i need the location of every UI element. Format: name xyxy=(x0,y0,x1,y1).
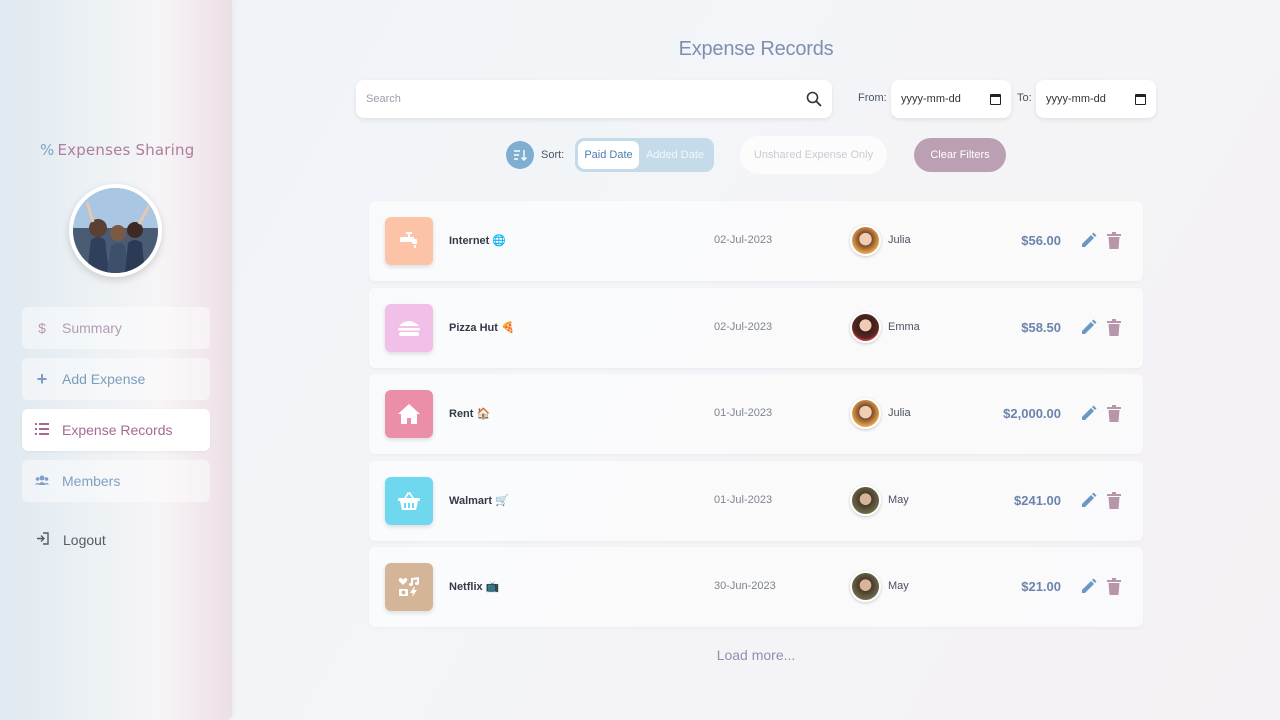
sidebar-item-label: Members xyxy=(62,473,121,489)
burger-icon xyxy=(385,304,433,352)
expense-row[interactable]: Netflix 📺 30-Jun-2023 May $21.00 xyxy=(369,547,1143,627)
expense-row[interactable]: Pizza Hut 🍕 02-Jul-2023 Emma $58.50 xyxy=(369,288,1143,368)
list-icon xyxy=(34,422,50,438)
entertainment-icon xyxy=(385,563,433,611)
expense-name: Netflix 📺 xyxy=(449,581,500,593)
expense-date: 02-Jul-2023 xyxy=(714,321,773,333)
payer-name: Julia xyxy=(888,234,911,246)
search-input[interactable] xyxy=(366,93,806,105)
search-icon[interactable] xyxy=(806,91,822,107)
expense-amount: $21.00 xyxy=(1021,579,1061,594)
expense-row[interactable]: Walmart 🛒 01-Jul-2023 May $241.00 xyxy=(369,461,1143,541)
trash-icon[interactable] xyxy=(1107,578,1121,595)
plus-icon: + xyxy=(36,368,48,389)
calendar-icon[interactable] xyxy=(990,93,1001,105)
percent-icon: % xyxy=(40,141,55,159)
sort-option-added-date[interactable]: Added Date xyxy=(639,141,711,169)
expense-date: 01-Jul-2023 xyxy=(714,494,773,506)
brand-name: Expenses Sharing xyxy=(57,141,195,159)
sidebar-item-label: Expense Records xyxy=(62,422,173,438)
expense-name: Rent 🏠 xyxy=(449,408,491,420)
expense-row[interactable]: Rent 🏠 01-Jul-2023 Julia $2,000.00 xyxy=(369,374,1143,454)
logout-label: Logout xyxy=(63,532,106,548)
sidebar-item-expense-records[interactable]: Expense Records xyxy=(22,409,210,451)
from-label: From: xyxy=(858,92,887,104)
expense-name: Internet 🌐 xyxy=(449,235,507,247)
expense-amount: $241.00 xyxy=(1014,493,1061,508)
payer-name: May xyxy=(888,580,909,592)
payer-name: May xyxy=(888,494,909,506)
expense-date: 01-Jul-2023 xyxy=(714,407,773,419)
payer-name: Julia xyxy=(888,407,911,419)
edit-icon[interactable] xyxy=(1080,319,1097,336)
faucet-icon xyxy=(385,217,433,265)
trash-icon[interactable] xyxy=(1107,232,1121,249)
expense-row[interactable]: Internet 🌐 02-Jul-2023 Julia $56.00 xyxy=(369,201,1143,281)
clear-filters-button[interactable]: Clear Filters xyxy=(914,138,1006,172)
expense-date: 02-Jul-2023 xyxy=(714,234,773,246)
payer-avatar xyxy=(850,571,881,602)
brand-logo: % Expenses Sharing xyxy=(40,141,194,159)
expense-date: 30-Jun-2023 xyxy=(714,580,776,592)
sidebar-item-label: Summary xyxy=(62,320,122,336)
sort-label: Sort: xyxy=(541,149,565,161)
search-box[interactable] xyxy=(356,80,832,118)
expense-amount: $58.50 xyxy=(1021,320,1061,335)
sidebar-item-members[interactable]: Members xyxy=(22,460,210,502)
calendar-icon[interactable] xyxy=(1135,93,1146,105)
from-date-value: yyyy-mm-dd xyxy=(901,93,961,105)
trash-icon[interactable] xyxy=(1107,319,1121,336)
payer-avatar xyxy=(850,485,881,516)
unshared-expense-toggle[interactable]: Unshared Expense Only xyxy=(740,136,887,174)
payer-name: Emma xyxy=(888,321,920,333)
expense-amount: $2,000.00 xyxy=(1003,406,1061,421)
edit-icon[interactable] xyxy=(1080,405,1097,422)
sidebar-item-summary[interactable]: $ Summary xyxy=(22,307,210,349)
from-date-field[interactable]: yyyy-mm-dd xyxy=(891,80,1011,118)
payer-avatar xyxy=(850,312,881,343)
to-date-field[interactable]: yyyy-mm-dd xyxy=(1036,80,1156,118)
expense-name: Pizza Hut 🍕 xyxy=(449,322,515,334)
users-icon xyxy=(34,473,50,489)
sidebar-item-add-expense[interactable]: + Add Expense xyxy=(22,358,210,400)
sidebar: % Expenses Sharing $ Summary + Add Expens… xyxy=(0,0,232,720)
dollar-icon: $ xyxy=(38,320,46,336)
edit-icon[interactable] xyxy=(1080,578,1097,595)
payer-avatar xyxy=(850,225,881,256)
sort-direction-button[interactable] xyxy=(506,141,534,169)
group-avatar xyxy=(69,184,162,277)
sidebar-item-label: Add Expense xyxy=(62,371,146,387)
edit-icon[interactable] xyxy=(1080,492,1097,509)
expense-amount: $56.00 xyxy=(1021,233,1061,248)
to-date-value: yyyy-mm-dd xyxy=(1046,93,1106,105)
sort-toggle: Paid Date Added Date xyxy=(575,138,714,172)
trash-icon[interactable] xyxy=(1107,405,1121,422)
load-more-button[interactable]: Load more... xyxy=(640,647,872,663)
payer-avatar xyxy=(850,398,881,429)
sort-option-paid-date[interactable]: Paid Date xyxy=(578,141,639,169)
logout-button[interactable]: Logout xyxy=(36,532,106,548)
expense-name: Walmart 🛒 xyxy=(449,495,509,507)
page-title: Expense Records xyxy=(678,38,834,60)
basket-icon xyxy=(385,477,433,525)
trash-icon[interactable] xyxy=(1107,492,1121,509)
to-label: To: xyxy=(1017,92,1032,104)
house-icon xyxy=(385,390,433,438)
logout-icon xyxy=(36,532,49,548)
sort-icon xyxy=(514,150,527,161)
edit-icon[interactable] xyxy=(1080,232,1097,249)
